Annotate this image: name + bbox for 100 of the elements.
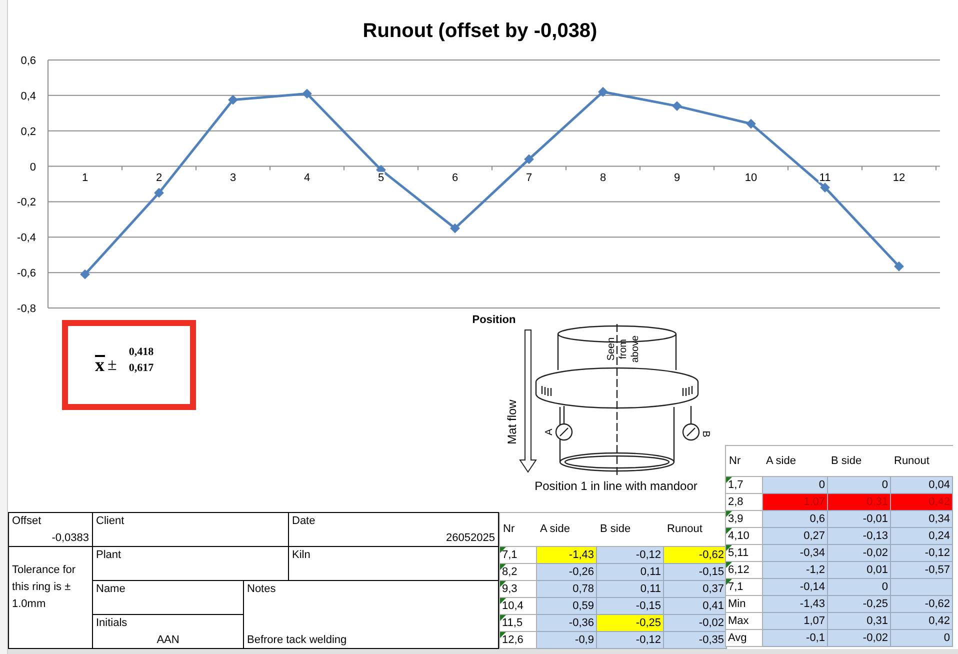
x-tick-label: 2 <box>156 172 162 184</box>
value-cell: -0,9 <box>537 632 597 649</box>
value-cell: -0,02 <box>828 630 891 647</box>
date-value: 26052025 <box>446 530 495 546</box>
row-number-cell: 7,1 <box>500 547 537 564</box>
row-number-cell: 7,1 <box>726 579 763 596</box>
value-cell: -0,12 <box>891 545 953 562</box>
y-tick-label: 0,6 <box>20 55 36 67</box>
data-point <box>894 261 904 272</box>
view-note: from <box>618 339 629 359</box>
row-number-cell: 1,7 <box>726 477 763 494</box>
value-cell: 0,31 <box>828 613 891 630</box>
initials-value: AAN <box>156 632 180 648</box>
data-point <box>524 154 534 164</box>
y-tick-label: 0,2 <box>20 126 36 138</box>
value-cell: -0,15 <box>597 598 664 615</box>
x-tick-label: 1 <box>82 172 88 184</box>
data-point <box>154 188 164 198</box>
gauge-label: B <box>700 430 711 438</box>
x-tick-label: 4 <box>304 172 310 184</box>
column-header: Runout <box>666 522 704 538</box>
tolerance-note: Tolerance for this ring is ± 1.0mm <box>12 563 77 612</box>
notes-value: Befrore tack welding <box>247 632 348 648</box>
data-point <box>672 101 682 111</box>
value-cell: 0,11 <box>597 581 664 598</box>
value-cell: 0,31 <box>828 494 891 511</box>
value-cell: 0,24 <box>891 528 953 545</box>
value-cell: -0,57 <box>891 562 953 579</box>
x-tick-label: 7 <box>526 172 532 184</box>
x-tick-label: 3 <box>230 172 236 184</box>
column-header: Runout <box>893 454 930 469</box>
column-header: A side <box>539 522 571 538</box>
value-cell: 0,41 <box>664 598 727 615</box>
row-number-cell: 4,10 <box>726 528 763 545</box>
value-cell: -0,62 <box>891 596 953 613</box>
notes-label: Notes <box>247 582 277 597</box>
offset-value: -0,0383 <box>52 530 89 546</box>
value-cell: -1,2 <box>763 562 828 579</box>
data-point <box>228 94 238 105</box>
x-tick-label: 9 <box>674 172 680 184</box>
row-number-cell: 11,5 <box>500 615 537 632</box>
plant-label: Plant <box>96 548 122 563</box>
value-cell: 0,27 <box>763 528 828 545</box>
date-label: Date <box>292 514 316 529</box>
value-cell: 0,42 <box>891 494 953 511</box>
column-header: A side <box>765 454 797 469</box>
value-cell: -1,43 <box>763 596 828 613</box>
y-tick-label: -0,2 <box>17 196 36 209</box>
row-number-cell: 2,8 <box>726 494 763 511</box>
chart-title: Runout (offset by -0,038) <box>362 20 598 42</box>
diagram-caption: Position 1 in line with mandoor <box>534 479 698 493</box>
value-cell: -0,01 <box>828 511 891 528</box>
y-tick-label: 0 <box>30 161 36 174</box>
column-header: B side <box>599 522 632 538</box>
value-cell: -0,25 <box>828 596 891 613</box>
flow-label: Mat flow <box>505 400 519 444</box>
value-cell: 0,6 <box>763 511 828 528</box>
value-cell: 0 <box>891 630 953 647</box>
row-number-cell: 9,3 <box>500 581 537 598</box>
value-cell: -0,12 <box>597 632 664 649</box>
gauge-label: A <box>544 428 555 436</box>
value-cell: -0,14 <box>763 579 828 596</box>
value-cell: 0 <box>828 579 891 596</box>
value-cell: -0,36 <box>537 615 597 632</box>
value-cell: 0,42 <box>891 613 953 630</box>
row-number-cell: 3,9 <box>726 511 763 528</box>
value-cell: 0 <box>828 477 891 494</box>
x-tick-label: 6 <box>452 172 458 184</box>
column-header: Nr <box>502 522 516 538</box>
initials-label: Initials <box>96 616 128 631</box>
data-point <box>80 269 90 280</box>
value-cell: -1,43 <box>537 547 597 564</box>
x-tick-label: 10 <box>744 172 758 184</box>
value-cell: -0,15 <box>664 564 727 581</box>
row-number-cell: Max <box>726 613 763 630</box>
data-point <box>820 182 830 192</box>
value-cell: -0,1 <box>763 630 828 647</box>
view-note: Seen <box>606 337 617 361</box>
x-tick-label: 12 <box>892 172 906 184</box>
value-cell: -0,62 <box>664 547 727 564</box>
x-axis-title: Position <box>472 314 516 326</box>
value-cell: 0,34 <box>891 511 953 528</box>
value-cell: 1,07 <box>763 613 828 630</box>
value-cell: -0,02 <box>664 615 727 632</box>
view-note: above <box>630 335 641 363</box>
data-point <box>598 86 608 97</box>
x-tick-label: 5 <box>378 172 384 184</box>
value-cell: 0,01 <box>828 562 891 579</box>
value-cell: -0,34 <box>763 545 828 562</box>
value-cell: -0,02 <box>828 545 891 562</box>
value-cell: 0,59 <box>537 598 597 615</box>
x-tick-label: 11 <box>819 172 831 184</box>
y-tick-label: -0,4 <box>17 232 36 244</box>
plus-minus-sign: ± <box>108 354 117 376</box>
client-label: Client <box>96 514 126 529</box>
value-cell: -0,13 <box>828 528 891 545</box>
value-cell: -0,35 <box>664 632 727 649</box>
mean-value: 0,617 <box>128 361 154 376</box>
x-tick-label: 8 <box>600 172 606 184</box>
column-header: B side <box>830 454 863 469</box>
